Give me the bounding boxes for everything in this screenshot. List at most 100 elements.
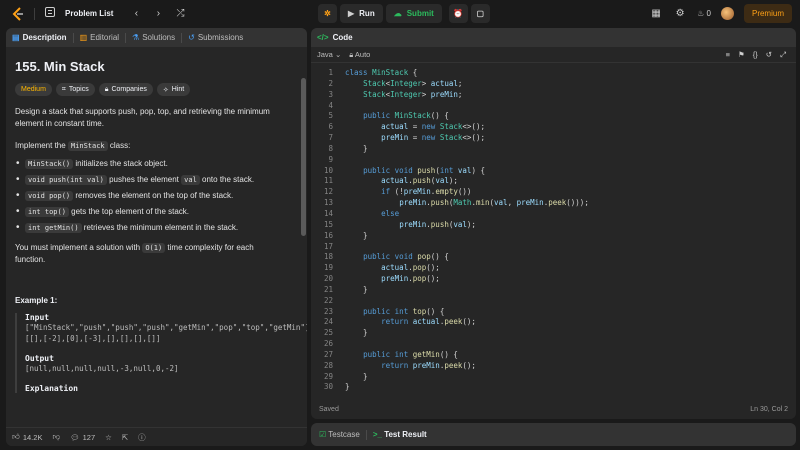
auto-mode[interactable]: 🔒︎ Auto — [349, 50, 370, 60]
code-line[interactable]: 30} — [311, 382, 796, 393]
code-line[interactable]: 26 — [311, 339, 796, 350]
format-icon[interactable]: ≡ — [726, 50, 730, 60]
favorite-button[interactable]: ☆ — [105, 433, 112, 442]
tab-description[interactable]: ▤ Description — [12, 33, 67, 42]
debug-button[interactable]: ✲ — [318, 4, 337, 23]
problem-list-link[interactable]: Problem List — [65, 9, 113, 18]
complexity-code: O(1) — [142, 243, 166, 253]
tab-editorial[interactable]: ▥ Editorial — [80, 33, 119, 42]
language-value: Java — [317, 50, 333, 59]
code-text: if (!preMin.empty()) — [381, 187, 472, 197]
code-line[interactable]: 6 actual = new Stack<>(); — [311, 122, 796, 133]
hint-chip[interactable]: ✧ Hint — [156, 83, 191, 96]
terminal-icon: >_ — [372, 430, 382, 439]
line-number: 22 — [323, 295, 333, 305]
editor-actions: ≡ ⚑ {} ↺ ⤢ — [726, 50, 796, 60]
code-line[interactable]: 11 actual.push(val); — [311, 176, 796, 187]
comments-button[interactable]: 💬︎ 127 — [70, 433, 95, 442]
scrollbar-thumb[interactable] — [301, 78, 306, 236]
code-line[interactable]: 8 } — [311, 144, 796, 155]
code-line[interactable]: 9 — [311, 155, 796, 166]
braces-icon[interactable]: {} — [753, 50, 758, 60]
layout-grid-icon[interactable]: ▦ — [649, 8, 663, 19]
code-line[interactable]: 29 } — [311, 372, 796, 383]
code-line[interactable]: 25 } — [311, 328, 796, 339]
language-select[interactable]: Java ⌄ — [317, 50, 341, 59]
tag-icon: ⌗ — [61, 85, 66, 93]
companies-chip[interactable]: 🔒︎ Companies — [98, 83, 153, 96]
code-line[interactable]: 24 return actual.peek(); — [311, 317, 796, 328]
settings-gear-icon[interactable]: ⚙ — [673, 8, 687, 19]
timer-button[interactable]: ⏰ — [448, 4, 468, 23]
dislike-button[interactable]: 👎︎ — [52, 432, 60, 442]
bookmark-icon[interactable]: ⚑ — [738, 50, 745, 60]
chevron-left-icon[interactable]: ‹ — [129, 8, 143, 19]
list-item: MinStack() initializes the stack object. — [15, 158, 298, 169]
code-line[interactable]: 28 return preMin.peek(); — [311, 361, 796, 372]
method-code: int top() — [25, 207, 69, 217]
code-line[interactable]: 10 public void push(int val) { — [311, 166, 796, 177]
like-button[interactable]: 👍︎ 14.2K — [12, 432, 42, 442]
topics-chip[interactable]: ⌗ Topics — [55, 83, 95, 96]
code-text: Stack<Integer> actual; — [363, 78, 463, 88]
code-line[interactable]: 20 preMin.pop(); — [311, 274, 796, 285]
lightbulb-icon: ✧ — [162, 86, 169, 94]
code-line[interactable]: 21 } — [311, 285, 796, 296]
line-number: 27 — [323, 349, 333, 359]
bug-icon: ✲ — [324, 9, 331, 18]
list-item: int getMin() retrieves the minimum eleme… — [15, 222, 298, 233]
code-line[interactable]: 17 — [311, 242, 796, 253]
top-bar: Problem List ‹ › ⤮ ✲ ▶ Run ☁ Submit ⏰ ▢ … — [0, 0, 800, 27]
code-line[interactable]: 3 Stack<Integer> preMin; — [311, 90, 796, 101]
code-line[interactable]: 2 Stack<Integer> actual; — [311, 79, 796, 90]
line-number: 25 — [323, 328, 333, 338]
scrollbar[interactable] — [301, 68, 306, 446]
code-text: actual.push(val); — [381, 176, 458, 186]
line-number: 3 — [328, 89, 333, 99]
line-number: 15 — [323, 219, 333, 229]
tab-solutions[interactable]: ⚗ Solutions — [132, 33, 175, 42]
chevron-right-icon[interactable]: › — [151, 8, 165, 19]
code-line[interactable]: 14 else — [311, 209, 796, 220]
problem-list-icon[interactable] — [43, 7, 57, 20]
cursor-position: Ln 30, Col 2 — [750, 405, 788, 413]
expand-icon[interactable]: ⤢ — [780, 50, 786, 60]
code-editor[interactable]: 1 class MinStack {2 Stack<Integer> actual… — [311, 68, 796, 398]
code-line[interactable]: 23 public int top() { — [311, 307, 796, 318]
avatar[interactable] — [720, 7, 734, 20]
tab-submissions[interactable]: ↺ Submissions — [188, 33, 243, 42]
code-line[interactable]: 15 preMin.push(val); — [311, 220, 796, 231]
code-line[interactable]: 4 — [311, 101, 796, 112]
implement-suffix: class: — [107, 141, 131, 150]
code-brackets-icon: </> — [317, 33, 329, 42]
book-icon: ▥ — [79, 33, 88, 42]
tab-separator — [125, 32, 127, 43]
code-line[interactable]: 16 } — [311, 231, 796, 242]
code-line[interactable]: 27 public int getMin() { — [311, 350, 796, 361]
code-line[interactable]: 7 preMin = new Stack<>(); — [311, 133, 796, 144]
run-button[interactable]: ▶ Run — [340, 4, 383, 23]
code-line[interactable]: 22 — [311, 296, 796, 307]
share-icon: ⇱ — [121, 432, 129, 442]
reset-icon[interactable]: ↺ — [766, 50, 772, 60]
help-button[interactable]: ⓘ — [138, 432, 146, 443]
submit-button[interactable]: ☁ Submit — [385, 4, 442, 23]
code-line[interactable]: 1 class MinStack { — [311, 68, 796, 79]
input-value: ["MinStack","push","push","push","getMin… — [25, 323, 307, 332]
tab-testcase[interactable]: ☑ Testcase — [319, 430, 360, 439]
shuffle-icon[interactable]: ⤮ — [173, 8, 187, 19]
code-line[interactable]: 18 public void pop() { — [311, 252, 796, 263]
code-line[interactable]: 12 if (!preMin.empty()) — [311, 187, 796, 198]
tab-test-result[interactable]: >_ Test Result — [373, 430, 427, 439]
share-button[interactable]: ⇱ — [122, 433, 128, 442]
notes-button[interactable]: ▢ — [470, 4, 490, 23]
streak-counter[interactable]: ♨ 0 — [697, 9, 711, 18]
code-text: public int top() { — [363, 306, 445, 316]
tab-testcase-label: Testcase — [328, 430, 360, 439]
code-line[interactable]: 5 public MinStack() { — [311, 111, 796, 122]
code-line[interactable]: 13 preMin.push(Math.min(val, preMin.peek… — [311, 198, 796, 209]
code-line[interactable]: 19 actual.pop(); — [311, 263, 796, 274]
leetcode-logo-icon[interactable] — [12, 6, 26, 22]
premium-button[interactable]: Premium — [743, 4, 792, 23]
